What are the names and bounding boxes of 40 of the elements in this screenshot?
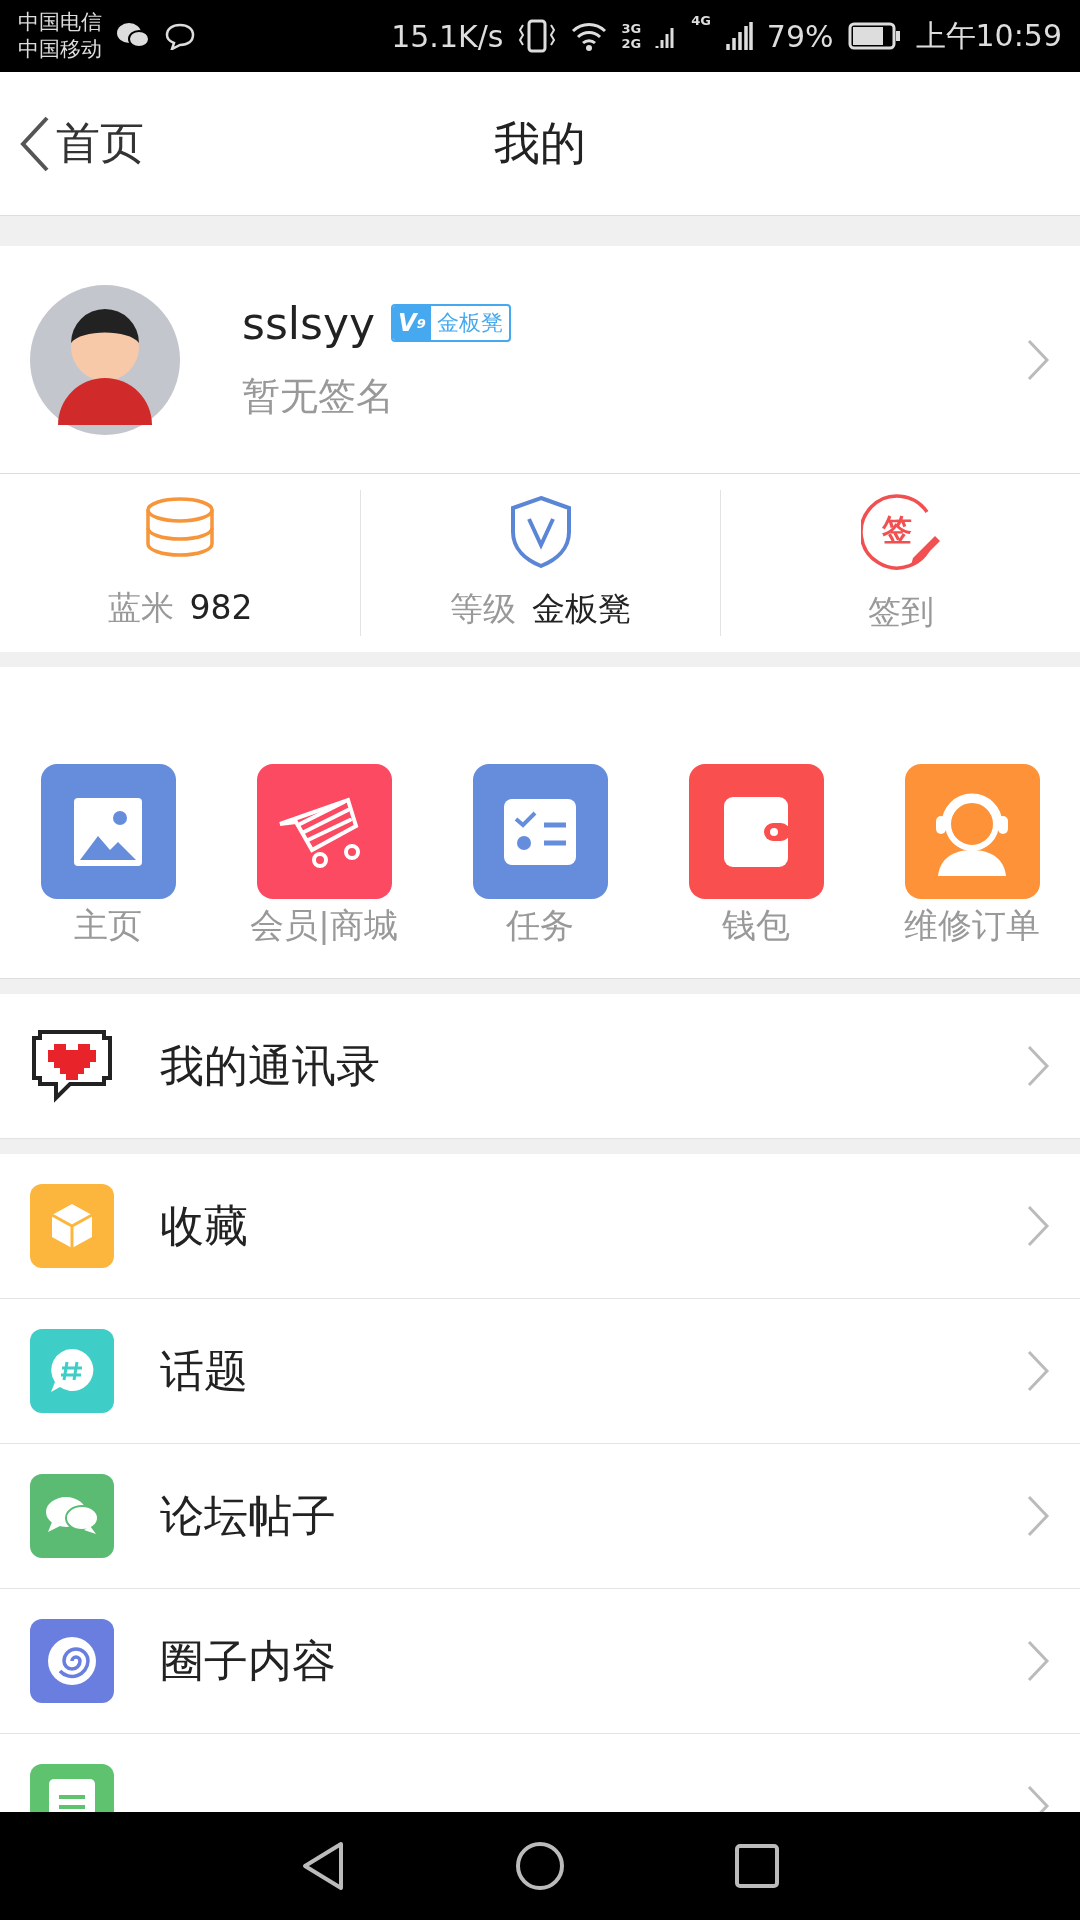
chevron-icon	[1026, 1349, 1050, 1393]
chevron-icon	[1026, 1639, 1050, 1683]
recents-nav-icon[interactable]	[735, 1844, 779, 1888]
network-speed: 15.1K/s	[391, 18, 504, 54]
page-title: 我的	[494, 114, 586, 172]
back-label: 首页	[56, 116, 144, 170]
wallet-icon	[724, 796, 788, 867]
menu-row[interactable]: 话题	[0, 1299, 1080, 1444]
carrier-name: 中国移动	[18, 36, 102, 63]
menu-row[interactable]: 圈子内容	[0, 1589, 1080, 1734]
carrier-name: 中国电信	[18, 9, 102, 36]
back-button[interactable]: 首页	[0, 114, 144, 173]
signal-icon	[724, 20, 753, 52]
chevron-icon	[1026, 1494, 1050, 1538]
task-list-icon	[504, 798, 576, 865]
menu-row[interactable]: 收藏	[0, 1154, 1080, 1299]
network-type: 4G	[691, 14, 711, 27]
chevron-icon	[1026, 1044, 1050, 1088]
picture-icon	[72, 795, 144, 868]
chevron-icon	[1026, 1204, 1050, 1248]
username: sslsyy	[242, 297, 376, 349]
contacts-row[interactable]: 我的通讯录	[0, 994, 1080, 1139]
box-icon	[50, 1202, 94, 1250]
signature: 暂无签名	[242, 372, 395, 420]
menu-row[interactable]: 论坛帖子	[0, 1444, 1080, 1589]
network-type: 3G	[621, 22, 642, 35]
battery-percent: 79%	[766, 18, 834, 54]
stat-item[interactable]: 蓝米 982	[0, 490, 360, 636]
swirl-icon	[46, 1635, 98, 1687]
home-nav-icon[interactable]	[515, 1841, 565, 1891]
battery-icon	[847, 22, 902, 50]
wifi-icon	[571, 21, 608, 51]
chat-bubble-icon	[164, 22, 196, 50]
vibrate-icon	[517, 19, 558, 53]
shield-icon	[508, 494, 573, 569]
network-type: 2G	[621, 37, 642, 50]
clock: 上午10:59	[915, 16, 1062, 55]
stat-item[interactable]: 等级 金板凳	[360, 490, 720, 636]
back-nav-icon[interactable]	[301, 1841, 345, 1891]
chevron-icon	[1026, 337, 1050, 382]
